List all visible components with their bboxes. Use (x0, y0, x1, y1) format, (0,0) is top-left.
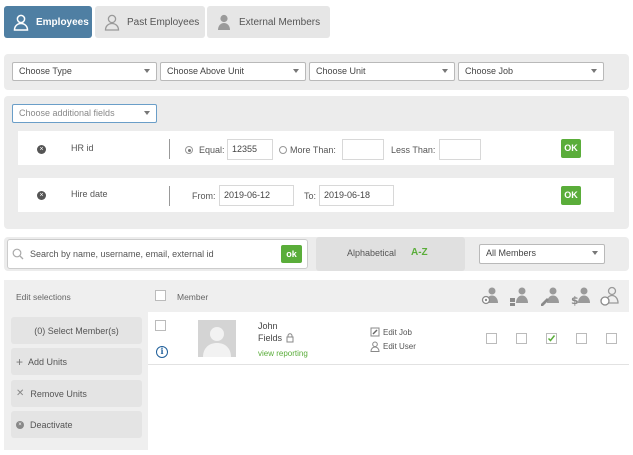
search-input[interactable]: Search by name, username, email, externa… (30, 249, 214, 259)
view-reporting-link[interactable]: view reporting (258, 349, 308, 358)
user-compare-icon (600, 286, 619, 306)
equal-input[interactable]: 12355 (227, 139, 273, 160)
edit-user-link[interactable]: Edit User (383, 342, 416, 351)
sort-toggle[interactable]: Alphabetical A-Z (316, 237, 465, 271)
tab-employees-label: Employees (36, 16, 89, 28)
chevron-down-icon (442, 69, 448, 73)
check-icon (547, 335, 556, 342)
above-unit-select-value: Choose Above Unit (167, 66, 245, 76)
unit-select-value: Choose Unit (316, 66, 366, 76)
chevron-down-icon (293, 69, 299, 73)
members-filter-select[interactable]: All Members (479, 244, 605, 264)
permission-checkbox-checked[interactable] (546, 333, 557, 344)
unit-select[interactable]: Choose Unit (309, 62, 455, 81)
more-than-input[interactable] (342, 139, 384, 160)
more-than-label: More Than: (290, 145, 336, 155)
sort-az: A-Z (411, 247, 428, 258)
user-salary-icon: $ (571, 287, 590, 307)
filter-row-hr-id: × HR id Equal: 12355 More Than: Less Tha… (18, 131, 614, 165)
sort-label: Alphabetical (347, 248, 397, 258)
ok-button[interactable]: OK (561, 139, 581, 158)
avatar (198, 320, 236, 357)
filter-row-hire-date: × Hire date From: 2019-06-12 To: 2019-06… (18, 178, 614, 212)
user-settings-icon (481, 287, 498, 305)
job-select-value: Choose Job (465, 66, 514, 76)
members-filter-value: All Members (486, 248, 537, 258)
tab-past-employees[interactable]: Past Employees (95, 6, 205, 38)
add-units-button[interactable]: + Add Units (11, 348, 142, 375)
remove-filter-icon[interactable]: × (37, 191, 46, 200)
more-than-radio[interactable] (279, 146, 287, 154)
tab-employees[interactable]: Employees (4, 6, 92, 38)
member-first-name: John (258, 321, 278, 331)
table-row: i John Fields view reporting Edit Job Ed… (148, 312, 629, 365)
x-icon: ✕ (16, 388, 25, 399)
permission-checkbox[interactable] (576, 333, 587, 344)
chevron-down-icon (144, 69, 150, 73)
user-silhouette-icon (213, 11, 235, 33)
search-ok-button[interactable]: ok (281, 245, 302, 263)
user-hierarchy-icon (510, 287, 528, 306)
type-select-value: Choose Type (19, 66, 72, 76)
deactivate-button[interactable]: × Deactivate (11, 411, 142, 438)
add-units-label: Add Units (28, 356, 68, 367)
user-icon (10, 11, 32, 33)
permission-checkbox[interactable] (486, 333, 497, 344)
remove-units-label: Remove Units (30, 388, 87, 399)
member-last-name: Fields (258, 333, 283, 343)
from-date-input[interactable]: 2019-06-12 (219, 185, 294, 206)
tab-past-employees-label: Past Employees (127, 16, 200, 28)
remove-filter-icon[interactable]: × (37, 145, 46, 154)
search-icon (12, 248, 24, 262)
info-icon[interactable]: i (156, 346, 168, 358)
above-unit-select[interactable]: Choose Above Unit (160, 62, 306, 81)
user-outline-icon (101, 11, 123, 33)
chevron-down-icon (144, 111, 150, 115)
user-edit-icon (541, 287, 559, 306)
filter-name: HR id (71, 143, 94, 153)
permission-checkbox[interactable] (516, 333, 527, 344)
less-than-label: Less Than: (391, 145, 436, 155)
select-members-button[interactable]: (0) Select Member(s) (11, 317, 142, 344)
plus-icon: + (16, 354, 24, 369)
member-header: Member (177, 292, 209, 302)
edit-selections-title: Edit selections (16, 292, 71, 302)
divider (169, 139, 170, 159)
less-than-input[interactable] (439, 139, 481, 160)
edit-user-icon (370, 341, 380, 354)
select-members-label: (0) Select Member(s) (34, 325, 119, 336)
additional-fields-select[interactable]: Choose additional fields (12, 104, 157, 123)
chevron-down-icon (592, 251, 598, 255)
divider (169, 186, 170, 206)
x-circle-icon: × (16, 420, 24, 429)
tab-external-members-label: External Members (239, 16, 321, 28)
job-select[interactable]: Choose Job (458, 62, 604, 81)
row-checkbox[interactable] (155, 320, 166, 331)
lock-icon (286, 333, 294, 345)
edit-job-link[interactable]: Edit Job (383, 328, 412, 337)
svg-text:$: $ (571, 294, 579, 307)
filter-name: Hire date (71, 189, 108, 199)
deactivate-label: Deactivate (30, 419, 73, 430)
ok-button[interactable]: OK (561, 186, 581, 205)
remove-units-button[interactable]: ✕ Remove Units (11, 380, 142, 407)
permission-checkbox[interactable] (606, 333, 617, 344)
equal-label: Equal: (199, 145, 225, 155)
type-select[interactable]: Choose Type (12, 62, 157, 81)
select-all-checkbox[interactable] (155, 290, 166, 301)
search-box[interactable]: Search by name, username, email, externa… (7, 239, 308, 269)
edit-job-icon (370, 327, 380, 339)
chevron-down-icon (591, 69, 597, 73)
tab-external-members[interactable]: External Members (207, 6, 330, 38)
from-label: From: (192, 191, 216, 201)
to-label: To: (304, 191, 317, 201)
additional-fields-placeholder: Choose additional fields (19, 108, 115, 118)
equal-radio[interactable] (185, 146, 193, 154)
to-date-input[interactable]: 2019-06-18 (319, 185, 394, 206)
